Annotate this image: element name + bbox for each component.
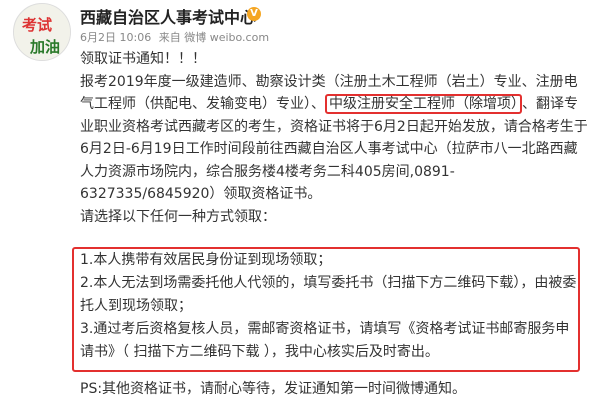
postscript: PS:其他资格证书，请耐心等待，发证通知第一时间微博通知。 [80,381,467,397]
avatar[interactable]: 考试 加油 [13,3,71,61]
post-source[interactable]: 微博 weibo.com [184,31,269,44]
choose-method-text: 请选择以下任何一种方式领取： [80,208,276,225]
avatar-text-bottom: 加油 [29,38,60,56]
post-title: 领取证书通知！！！ [80,51,206,67]
post-date[interactable]: 6月2日 10:06 [80,31,151,44]
verified-badge-icon: V [247,7,261,21]
option-2: 2.本人无法到场需委托他人代领的，填写委托书（扫描下方二维码下载），由被委托人到… [80,275,577,314]
option-1: 1.本人携带有效居民身份证到现场领取； [80,252,332,268]
account-name[interactable]: 西藏自治区人事考试中心 [80,4,256,28]
option-3: 3.通过考后资格复核人员，需邮寄资格证书，请填写《资格考试证书邮寄服务申请书》（… [80,321,570,360]
pickup-options: 1.本人携带有效居民身份证到现场领取； 2.本人无法到场需委托他人代领的，填写委… [80,249,580,364]
source-prefix: 来自 [158,31,181,44]
avatar-text-top: 考试 [22,16,52,34]
post-meta: 6月2日 10:06 来自 微博 weibo.com [80,29,269,45]
post-body: 领取证书通知！！！ 报考2019年度一级建造师、勘察设计类（注册土木工程师（岩土… [80,48,590,228]
highlighted-qualification: 中级注册安全工程师（除增项） [325,94,522,114]
post-paragraph: 报考2019年度一级建造师、勘察设计类（注册土木工程师（岩土）专业、注册电气工程… [80,71,590,206]
